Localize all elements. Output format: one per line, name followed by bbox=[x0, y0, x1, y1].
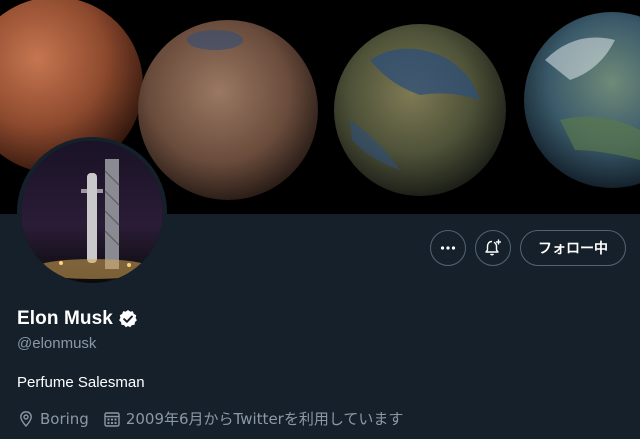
profile-name-row: Elon Musk bbox=[17, 308, 138, 330]
profile-bio: Perfume Salesman bbox=[17, 374, 145, 391]
display-name: Elon Musk bbox=[17, 308, 113, 329]
more-dots-icon bbox=[440, 246, 456, 250]
joined-text: 2009年6月からTwitterを利用しています bbox=[125, 410, 404, 428]
profile-actions: フォロー中 bbox=[430, 228, 626, 268]
calendar-icon bbox=[104, 411, 120, 427]
starship-launch-tower-image bbox=[21, 141, 163, 283]
joined-item: 2009年6月からTwitterを利用しています bbox=[103, 408, 404, 429]
following-button[interactable]: フォロー中 bbox=[520, 230, 626, 266]
avatar[interactable] bbox=[17, 137, 167, 287]
location-text: Boring bbox=[40, 409, 89, 428]
notifications-button[interactable] bbox=[475, 230, 511, 266]
location-item: Boring bbox=[17, 410, 89, 428]
more-button[interactable] bbox=[430, 230, 466, 266]
verified-badge-icon bbox=[119, 310, 137, 328]
profile-handle: @elonmusk bbox=[17, 335, 97, 352]
profile-meta: Boring 2009年6月からTwitterを利用しています bbox=[17, 408, 417, 429]
bell-plus-icon bbox=[485, 239, 501, 256]
location-pin-icon bbox=[20, 410, 32, 427]
